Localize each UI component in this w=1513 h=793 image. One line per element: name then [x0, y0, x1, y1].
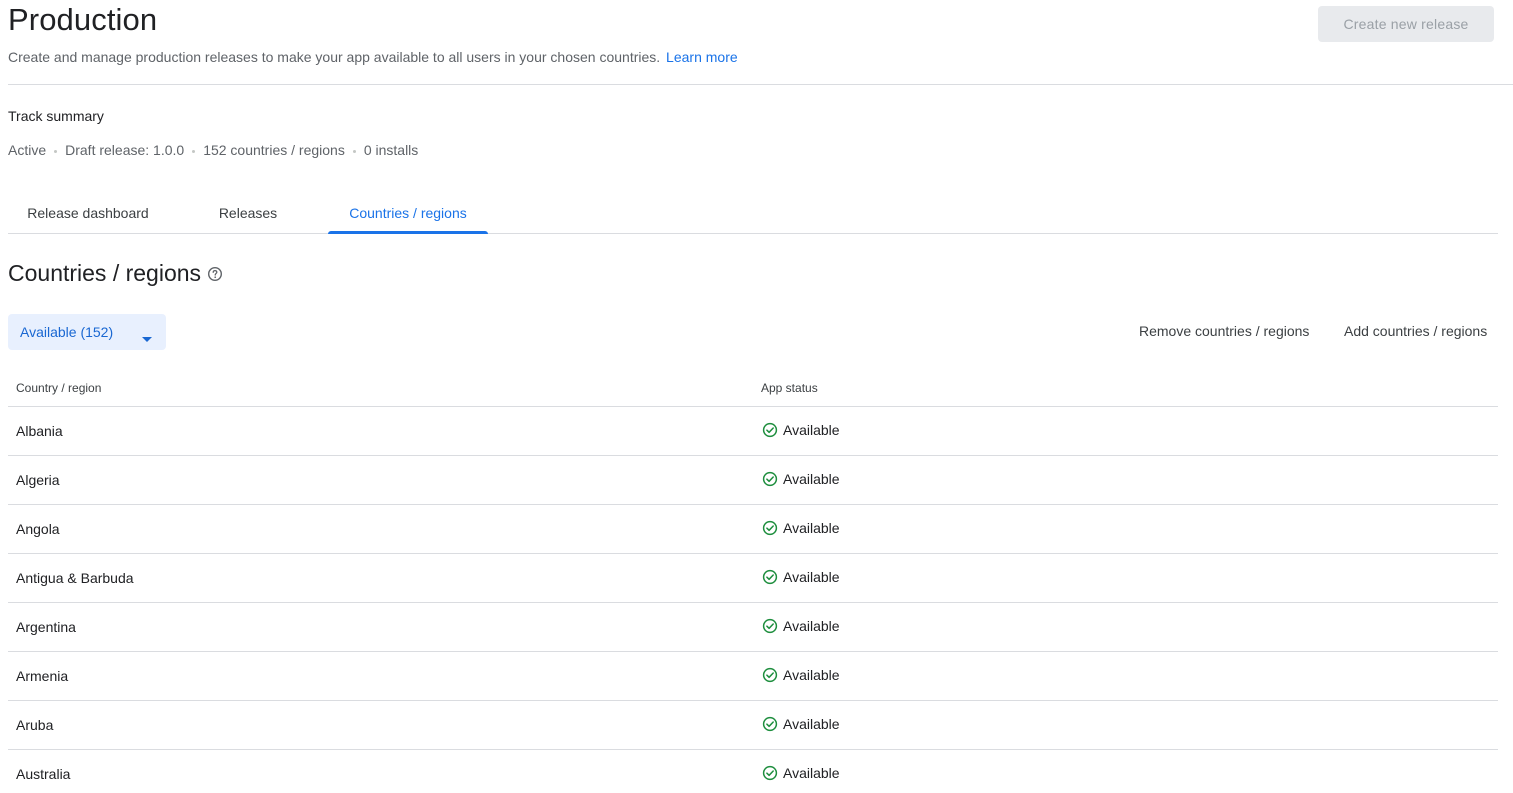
status-text: Available	[783, 618, 840, 634]
country-name: Australia	[16, 766, 71, 782]
track-draft-release: Draft release: 1.0.0	[65, 142, 185, 158]
header-divider	[8, 84, 1513, 85]
help-circle-icon[interactable]	[207, 266, 223, 282]
learn-more-link[interactable]: Learn more	[666, 49, 738, 65]
table-header: Country / region App status	[8, 370, 1498, 407]
section-heading: Countries / regions	[8, 260, 223, 287]
country-name: Antigua & Barbuda	[16, 570, 134, 586]
page: Production Create new release Create and…	[0, 0, 1513, 793]
table-row[interactable]: Argentina Available	[8, 603, 1498, 652]
tab-releases[interactable]: Releases	[188, 193, 308, 233]
table-row[interactable]: Aruba Available	[8, 701, 1498, 750]
country-name: Aruba	[16, 717, 54, 733]
countries-table: Country / region App status Albania Avail…	[8, 370, 1498, 793]
filter-label: Available (152)	[20, 324, 114, 340]
check-circle-icon	[762, 618, 783, 634]
app-status: Available	[762, 765, 840, 781]
table-row[interactable]: Angola Available	[8, 505, 1498, 554]
app-status: Available	[762, 716, 840, 732]
app-status: Available	[762, 667, 840, 683]
check-circle-icon	[762, 520, 783, 536]
country-name: Algeria	[16, 472, 60, 488]
table-row[interactable]: Algeria Available	[8, 456, 1498, 505]
table-row[interactable]: Antigua & Barbuda Available	[8, 554, 1498, 603]
page-subtitle: Create and manage production releases to…	[8, 49, 738, 65]
app-status: Available	[762, 471, 840, 487]
app-status: Available	[762, 569, 840, 585]
status-text: Available	[783, 471, 840, 487]
app-status: Available	[762, 618, 840, 634]
status-text: Available	[783, 716, 840, 732]
track-status: Active	[8, 142, 47, 158]
status-text: Available	[783, 765, 840, 781]
subtitle-text: Create and manage production releases to…	[8, 49, 661, 65]
country-name: Albania	[16, 423, 63, 439]
section-title: Countries / regions	[8, 260, 202, 286]
column-header-status[interactable]: App status	[761, 381, 818, 395]
create-new-release-button[interactable]: Create new release	[1318, 6, 1494, 42]
status-text: Available	[783, 520, 840, 536]
remove-countries-button[interactable]: Remove countries / regions	[1139, 323, 1309, 339]
caret-down-icon	[142, 329, 152, 345]
table-row[interactable]: Albania Available	[8, 407, 1498, 456]
tab-countries-regions[interactable]: Countries / regions	[328, 193, 488, 234]
check-circle-icon	[762, 471, 783, 487]
separator-dot	[352, 149, 356, 153]
table-row[interactable]: Armenia Available	[8, 652, 1498, 701]
country-name: Armenia	[16, 668, 69, 684]
add-countries-button[interactable]: Add countries / regions	[1344, 323, 1487, 339]
availability-filter-dropdown[interactable]: Available (152)	[8, 314, 166, 350]
status-text: Available	[783, 667, 840, 683]
separator-dot	[54, 149, 58, 153]
track-installs: 0 installs	[363, 142, 419, 158]
country-name: Angola	[16, 521, 60, 537]
check-circle-icon	[762, 765, 783, 781]
page-title: Production	[8, 2, 158, 37]
track-summary-label: Track summary	[8, 108, 104, 124]
column-header-country[interactable]: Country / region	[16, 381, 101, 395]
status-text: Available	[783, 569, 840, 585]
country-name: Argentina	[16, 619, 76, 635]
separator-dot	[192, 149, 196, 153]
tab-release-dashboard[interactable]: Release dashboard	[8, 193, 168, 233]
check-circle-icon	[762, 716, 783, 732]
check-circle-icon	[762, 569, 783, 585]
track-summary-meta: Active Draft release: 1.0.0 152 countrie…	[8, 142, 418, 158]
table-row[interactable]: Australia Available	[8, 750, 1498, 793]
table-body: Albania Available Algeria Available Angola Av…	[8, 407, 1498, 793]
track-countries: 152 countries / regions	[203, 142, 345, 158]
check-circle-icon	[762, 422, 783, 438]
tab-bar: Release dashboard Releases Countries / r…	[8, 193, 1498, 234]
app-status: Available	[762, 422, 840, 438]
app-status: Available	[762, 520, 840, 536]
status-text: Available	[783, 422, 840, 438]
check-circle-icon	[762, 667, 783, 683]
